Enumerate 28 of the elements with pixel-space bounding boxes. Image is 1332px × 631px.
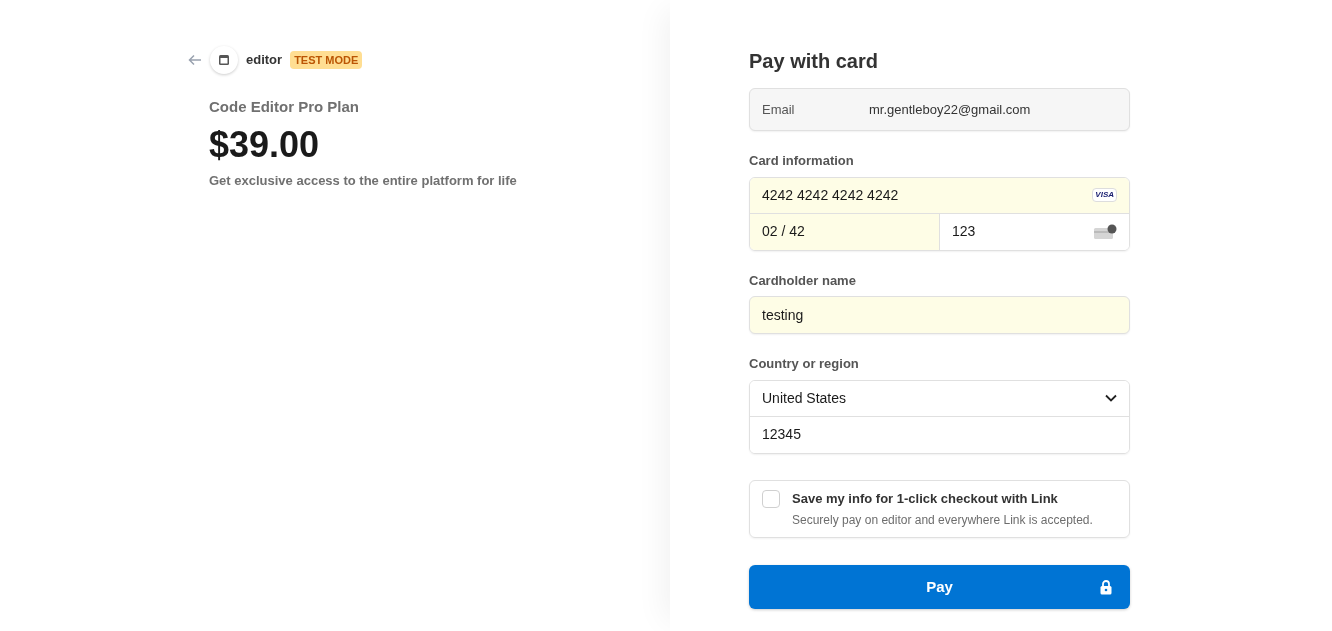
form-title: Pay with card	[749, 49, 879, 74]
save-info-subtitle: Securely pay on editor and everywhere Link is accepted.	[792, 512, 1093, 529]
card-number-field[interactable]: 4242 4242 4242 4242 VISA	[750, 177, 1129, 214]
product-name: Code Editor Pro Plan	[209, 97, 360, 117]
expiry-field[interactable]: 02 / 42	[750, 213, 940, 250]
email-label: Email	[762, 100, 796, 119]
card-brand-logo: VISA	[1092, 188, 1117, 202]
email-field[interactable]: Email mr.gentleboy22@gmail.com	[749, 88, 1130, 131]
chevron-down-icon	[1105, 394, 1117, 402]
card-information-label: Card information	[749, 152, 855, 170]
merchant-name: editor	[246, 51, 283, 70]
product-description: Get exclusive access to the entire platform for life	[209, 171, 518, 190]
cardholder-name-field[interactable]: testing	[749, 296, 1130, 334]
cardholder-name-label: Cardholder name	[749, 271, 857, 290]
test-mode-badge: TEST MODE	[290, 50, 363, 70]
back-arrow-icon[interactable]	[188, 53, 202, 67]
lock-icon	[1100, 579, 1112, 595]
cvc-field[interactable]: 123	[940, 213, 1129, 250]
save-info-checkbox[interactable]	[762, 489, 780, 508]
country-label: Country or region	[749, 355, 860, 373]
pay-button[interactable]: Pay	[749, 565, 1130, 609]
email-value: mr.gentleboy22@gmail.com	[869, 100, 1031, 119]
country-select[interactable]: United States	[750, 380, 1129, 417]
cvc-card-icon	[1093, 223, 1117, 240]
price: $39.00	[209, 122, 321, 167]
postal-code-field[interactable]: 12345	[750, 416, 1129, 453]
store-icon	[218, 54, 230, 66]
save-info-title: Save my info for 1-click checkout with Link	[792, 489, 1059, 508]
